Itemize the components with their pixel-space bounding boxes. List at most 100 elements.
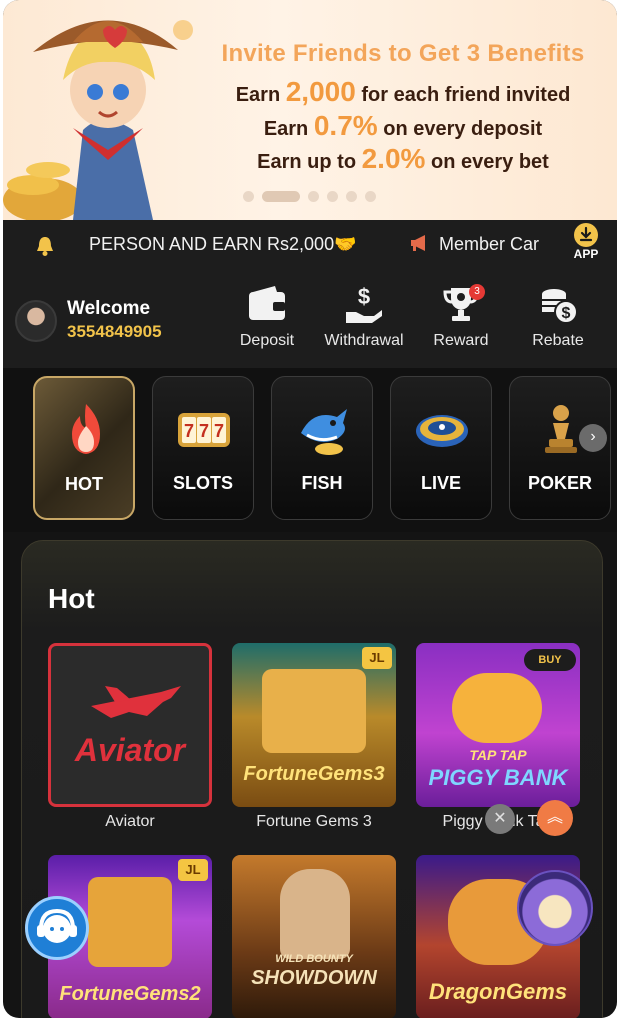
game-card-wild-bounty-showdown[interactable]: WILD BOUNTY SHOWDOWN — [232, 855, 396, 1018]
game-art-title: FortuneGems3 — [243, 763, 385, 785]
game-name: Fortune Gems 3 — [256, 813, 372, 830]
banner-line-friend: Earn 2,000 for each friend invited — [193, 76, 613, 108]
banner-line2-prefix: Earn — [263, 118, 314, 140]
game-art-title: FortuneGems2 — [59, 983, 201, 1005]
rebate-label: Rebate — [532, 332, 584, 349]
reward-badge: 3 — [469, 284, 485, 300]
banner-line1-value: 2,000 — [285, 76, 356, 107]
deposit-button[interactable]: Deposit — [219, 282, 315, 350]
game-name: Aviator — [105, 813, 155, 830]
slots-777-icon: 7 7 7 — [178, 413, 230, 447]
banner-line1-prefix: Earn — [235, 84, 286, 106]
marquee-text-1: PERSON AND EARN Rs2,000🤝 — [89, 234, 357, 254]
buy-badge: BUY — [524, 649, 576, 671]
golden-king-illustration — [88, 877, 172, 967]
section-title: Hot — [48, 583, 95, 614]
svg-text:7: 7 — [184, 421, 194, 441]
download-icon — [574, 223, 598, 247]
hot-games-panel: Hot Aviator Aviator JL FortuneGems3 Fort… — [21, 540, 603, 1018]
game-thumbnail: Aviator — [48, 643, 212, 807]
game-art-title: SHOWDOWN — [251, 967, 377, 989]
carousel-dot[interactable] — [346, 191, 357, 202]
svg-text:$: $ — [562, 305, 571, 322]
game-art-title: DragonGems — [428, 979, 568, 1004]
app-download-button[interactable]: APP — [569, 222, 603, 261]
golden-pig-illustration — [452, 673, 542, 743]
category-hot[interactable]: HOT — [33, 376, 135, 520]
lucky-egg-widget[interactable] — [517, 870, 593, 946]
golden-totem-illustration — [262, 669, 366, 753]
chevron-right-icon[interactable]: › — [579, 424, 607, 452]
category-hot-label: HOT — [65, 474, 103, 494]
game-card-fortune-gems-3[interactable]: JL FortuneGems3 Fortune Gems 3 — [232, 643, 396, 831]
banner-line2-suffix: on every deposit — [377, 118, 543, 140]
game-art-subtitle: WILD BOUNTY — [275, 953, 353, 965]
svg-text:$: $ — [358, 284, 370, 309]
banner-line3-suffix: on every bet — [425, 151, 549, 173]
category-live[interactable]: LIVE — [390, 376, 492, 520]
marquee-text-2-label: Member Car — [439, 234, 540, 254]
category-fish-label: FISH — [301, 473, 343, 493]
category-slots-label: SLOTS — [172, 473, 233, 493]
avatar[interactable] — [15, 300, 57, 342]
game-art-title: Aviator — [74, 732, 186, 768]
carousel-dot[interactable] — [243, 191, 254, 202]
svg-text:7: 7 — [199, 421, 209, 441]
flame-icon — [72, 404, 100, 454]
banner-line3-value: 2.0% — [361, 143, 426, 174]
carousel-dot[interactable] — [327, 191, 338, 202]
category-fish[interactable]: FISH — [271, 376, 373, 520]
category-poker-label: POKER — [527, 473, 592, 493]
game-thumbnail: JL FortuneGems3 — [232, 643, 396, 807]
close-icon[interactable]: ✕ — [485, 804, 515, 834]
headset-icon — [37, 908, 77, 943]
airplane-icon — [91, 686, 181, 718]
shark-icon — [301, 409, 347, 455]
customer-support-button[interactable] — [25, 896, 89, 960]
banner-line2-value: 0.7% — [313, 110, 378, 141]
category-slots[interactable]: 7 7 7 SLOTS — [152, 376, 254, 520]
user-id: 3554849905 — [67, 322, 162, 341]
svg-text:7: 7 — [214, 421, 224, 441]
banner-line1-suffix: for each friend invited — [355, 84, 571, 106]
withdrawal-button[interactable]: $ Withdrawal — [316, 282, 412, 350]
coins-icon: $ — [542, 289, 578, 324]
banner-line-deposit: Earn 0.7% on every deposit — [193, 110, 613, 142]
app-frame: Invite Friends to Get 3 Benefits Earn 2,… — [3, 0, 617, 1018]
promo-banner[interactable]: Invite Friends to Get 3 Benefits Earn 2,… — [3, 0, 617, 220]
rebate-button[interactable]: $ Rebate — [510, 282, 606, 350]
carousel-dot[interactable] — [365, 191, 376, 202]
game-thumbnail: BUY TAP TAP PIGGY BANK — [416, 643, 580, 807]
welcome-label: Welcome — [67, 298, 151, 319]
provider-badge: JL — [362, 647, 392, 669]
reward-button[interactable]: 3 Reward — [413, 282, 509, 350]
provider-badge: JL — [178, 859, 208, 881]
category-strip: HOT 7 7 7 SLOTS FISH LIVE POKER — [3, 368, 617, 532]
banner-title: Invite Friends to Get 3 Benefits — [221, 40, 585, 67]
game-art-title: PIGGY BANK — [428, 765, 568, 790]
banner-line-bet: Earn up to 2.0% on every bet — [193, 143, 613, 175]
wallet-icon — [249, 286, 285, 320]
megaphone-icon — [411, 235, 425, 251]
banner-line3-prefix: Earn up to — [257, 151, 362, 173]
carousel-dot[interactable] — [308, 191, 319, 202]
carousel-dot[interactable] — [262, 191, 300, 202]
app-label: APP — [573, 247, 599, 261]
game-thumbnail: WILD BOUNTY SHOWDOWN — [232, 855, 396, 1018]
game-card-aviator[interactable]: Aviator Aviator — [48, 643, 212, 831]
marquee-text-2: Member Car — [409, 234, 549, 255]
reward-label: Reward — [433, 332, 489, 349]
game-art-subtitle: TAP TAP — [469, 747, 527, 763]
withdrawal-label: Withdrawal — [324, 332, 404, 349]
category-live-label: LIVE — [420, 473, 461, 493]
roulette-icon — [416, 415, 468, 447]
scroll-to-top-button[interactable]: ︽ — [537, 800, 573, 836]
announcement-bar: PERSON AND EARN Rs2,000🤝 Member Car — [3, 220, 617, 272]
deposit-label: Deposit — [239, 332, 295, 349]
cowboy-character-illustration — [280, 869, 350, 959]
user-bar: Welcome 3554849905 Deposit $ Withdrawal — [3, 272, 617, 368]
cowgirl-mascot-illustration — [3, 20, 193, 220]
carousel-indicator[interactable] — [243, 191, 376, 202]
bell-icon — [37, 237, 53, 256]
money-hand-icon: $ — [346, 284, 382, 323]
